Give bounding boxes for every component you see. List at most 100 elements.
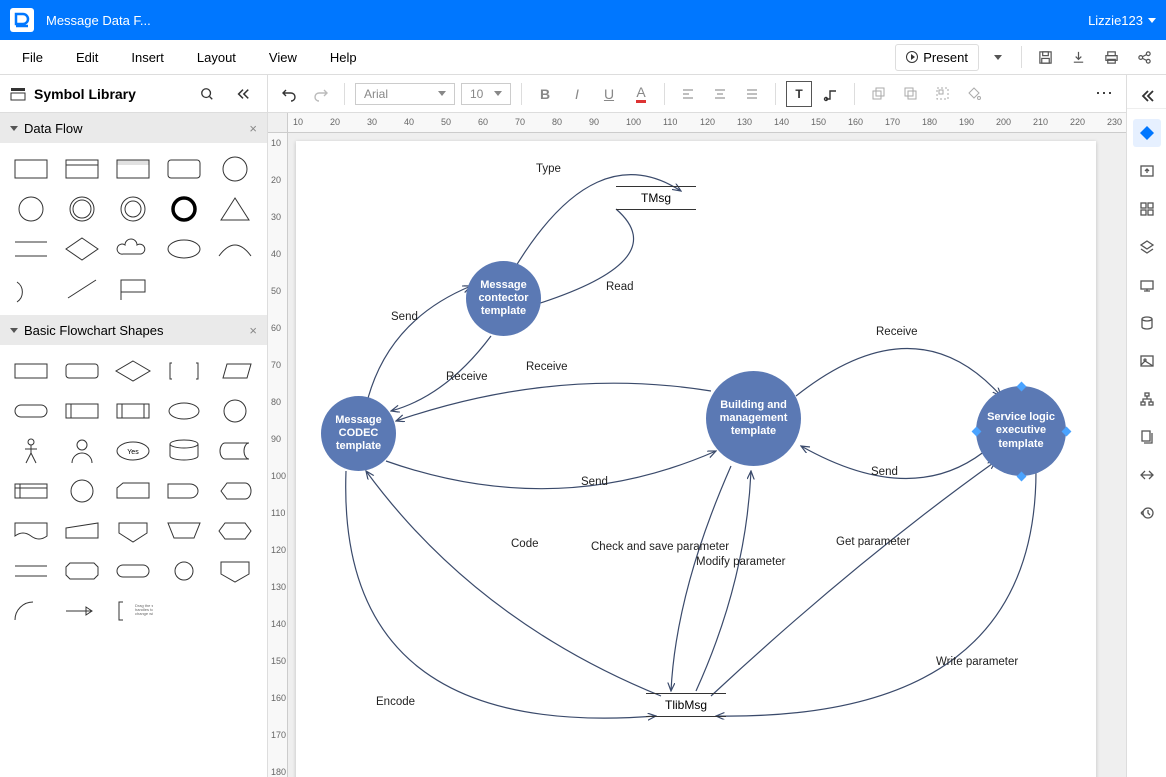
shape-process[interactable] — [10, 355, 52, 387]
download-icon[interactable] — [1064, 43, 1092, 71]
section-data-flow[interactable]: Data Flow × — [0, 113, 267, 143]
shape-brackets[interactable] — [163, 355, 205, 387]
tree-tab-icon[interactable] — [1133, 385, 1161, 413]
shape-diamond[interactable] — [61, 233, 103, 265]
fontsize-dropdown[interactable]: 10 — [461, 83, 511, 105]
image-tab-icon[interactable] — [1133, 347, 1161, 375]
shape-display[interactable] — [214, 475, 256, 507]
shape-open-rect[interactable] — [10, 233, 52, 265]
shape-quarter-arc[interactable] — [10, 595, 52, 627]
shape-ellipse2[interactable] — [163, 233, 205, 265]
user-menu[interactable]: Lizzie123 — [1088, 13, 1156, 28]
font-dropdown[interactable]: Arial — [355, 83, 455, 105]
shape-offpage[interactable] — [112, 515, 154, 547]
node-msg-contector[interactable]: Message contector template — [466, 261, 541, 336]
shape-user[interactable] — [61, 435, 103, 467]
shape-circle2[interactable] — [214, 395, 256, 427]
send-back-button[interactable] — [865, 81, 891, 107]
group-button[interactable] — [929, 81, 955, 107]
section-basic-flowchart[interactable]: Basic Flowchart Shapes × — [0, 315, 267, 345]
shape-half-circle[interactable] — [10, 273, 52, 305]
node-msg-codec[interactable]: Message CODEC template — [321, 396, 396, 471]
shape-offpage2[interactable] — [214, 555, 256, 587]
shape-rect-topbar[interactable] — [112, 153, 154, 185]
collapse-panel-icon[interactable] — [229, 80, 257, 108]
style-tab-icon[interactable] — [1133, 119, 1161, 147]
shape-predefined[interactable] — [61, 395, 103, 427]
shape-predefined2[interactable] — [112, 395, 154, 427]
shape-internal-storage[interactable] — [10, 475, 52, 507]
shape-flag[interactable] — [112, 273, 154, 305]
shape-decision-yes[interactable]: Yes — [112, 435, 154, 467]
node-service-logic[interactable]: Service logic executive template — [976, 386, 1066, 476]
shape-ring[interactable] — [112, 193, 154, 225]
layers-tab-icon[interactable] — [1133, 233, 1161, 261]
underline-button[interactable]: U — [596, 81, 622, 107]
canvas[interactable]: TMsg TlibMsg Message contector template … — [288, 133, 1126, 777]
bring-front-button[interactable] — [897, 81, 923, 107]
shape-pill[interactable] — [112, 555, 154, 587]
menu-help[interactable]: Help — [316, 44, 371, 71]
shape-manual-input[interactable] — [61, 515, 103, 547]
close-icon[interactable]: × — [249, 323, 257, 338]
shape-document[interactable] — [10, 515, 52, 547]
shape-preparation[interactable] — [214, 515, 256, 547]
shape-connector[interactable] — [163, 555, 205, 587]
align-h-button[interactable] — [675, 81, 701, 107]
entity-tmsg[interactable]: TMsg — [616, 186, 696, 210]
node-building-mgmt[interactable]: Building and management template — [706, 371, 801, 466]
font-color-button[interactable]: A — [628, 81, 654, 107]
history-tab-icon[interactable] — [1133, 499, 1161, 527]
shape-rect-header[interactable] — [61, 153, 103, 185]
menu-file[interactable]: File — [8, 44, 57, 71]
pages-tab-icon[interactable] — [1133, 423, 1161, 451]
print-icon[interactable] — [1097, 43, 1125, 71]
close-icon[interactable]: × — [249, 121, 257, 136]
search-icon[interactable] — [193, 80, 221, 108]
shape-manual-op[interactable] — [163, 515, 205, 547]
shape-cloud[interactable] — [112, 233, 154, 265]
shape-annotation[interactable]: Drag the sidehandles tochange width — [112, 595, 154, 627]
menu-insert[interactable]: Insert — [117, 44, 178, 71]
shape-database[interactable] — [163, 435, 205, 467]
arrange-tab-icon[interactable] — [1133, 461, 1161, 489]
text-tool-button[interactable]: T — [786, 81, 812, 107]
more-button[interactable]: ⋯ — [1092, 81, 1118, 107]
present-button[interactable]: Present — [895, 44, 979, 71]
entity-tlibmsg[interactable]: TlibMsg — [646, 693, 726, 717]
shape-triangle[interactable] — [214, 193, 256, 225]
menu-layout[interactable]: Layout — [183, 44, 250, 71]
shape-terminator[interactable] — [10, 395, 52, 427]
shape-card[interactable] — [112, 475, 154, 507]
shape-circle[interactable] — [214, 153, 256, 185]
shape-cut-corners[interactable] — [61, 555, 103, 587]
shape-decision[interactable] — [112, 355, 154, 387]
shape-parallelogram[interactable] — [214, 355, 256, 387]
menu-view[interactable]: View — [255, 44, 311, 71]
shape-actor[interactable] — [10, 435, 52, 467]
shape-double-circle[interactable] — [61, 193, 103, 225]
slides-tab-icon[interactable] — [1133, 271, 1161, 299]
app-logo[interactable] — [10, 8, 34, 32]
shape-line[interactable] — [61, 273, 103, 305]
shape-stored-data[interactable] — [214, 435, 256, 467]
shape-arrow[interactable] — [61, 595, 103, 627]
align-v-button[interactable] — [707, 81, 733, 107]
menu-edit[interactable]: Edit — [62, 44, 112, 71]
shape-rect[interactable] — [10, 153, 52, 185]
shape-ellipse[interactable] — [10, 193, 52, 225]
italic-button[interactable]: I — [564, 81, 590, 107]
spacing-button[interactable] — [739, 81, 765, 107]
shape-rounded[interactable] — [163, 153, 205, 185]
shape-bold-circle[interactable] — [163, 193, 205, 225]
doc-title[interactable]: Message Data F... — [46, 13, 151, 28]
shape-arc[interactable] — [214, 233, 256, 265]
connector-tool-button[interactable] — [818, 81, 844, 107]
bold-button[interactable]: B — [532, 81, 558, 107]
grid-tab-icon[interactable] — [1133, 195, 1161, 223]
diagram-page[interactable]: TMsg TlibMsg Message contector template … — [296, 141, 1096, 777]
shape-parallel[interactable] — [10, 555, 52, 587]
shape-ellipse3[interactable] — [163, 395, 205, 427]
present-dropdown[interactable] — [984, 43, 1012, 71]
undo-button[interactable] — [276, 81, 302, 107]
